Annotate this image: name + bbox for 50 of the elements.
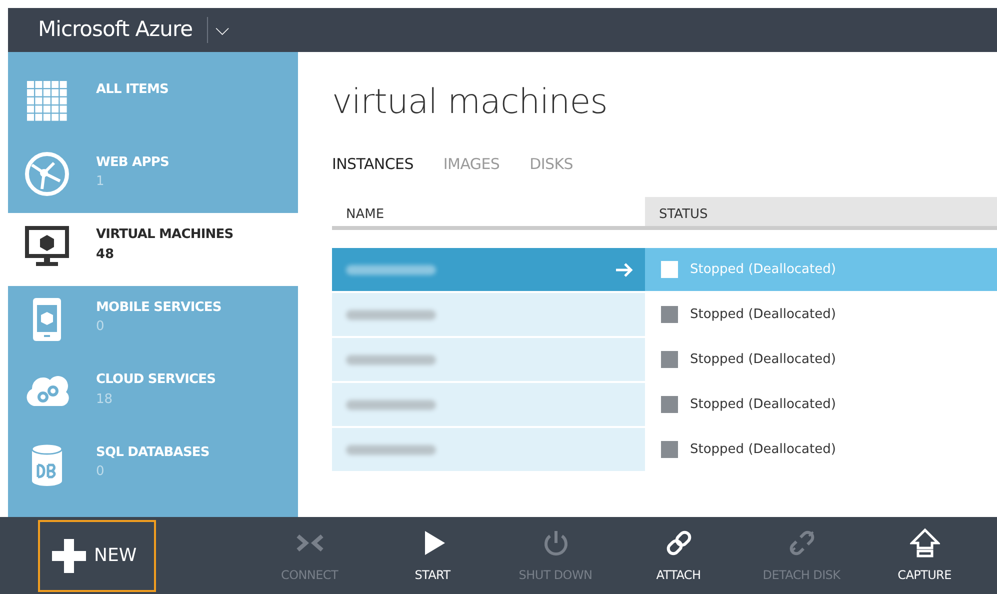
tab[interactable]: DISKS (530, 152, 573, 176)
item-label: CLOUD SERVICES (96, 371, 216, 389)
status-text: Stopped (Deallocated) (690, 441, 836, 460)
sidebar-item[interactable]: CLOUD SERVICES 18 (8, 358, 298, 430)
grid-icon (24, 78, 70, 124)
capture-icon (910, 528, 940, 558)
status-text: Stopped (Deallocated) (690, 306, 836, 324)
sidebar-item[interactable]: WEB APPS 1 (8, 140, 298, 213)
sidebar-item[interactable]: SQL DATABASES 0 (8, 430, 298, 503)
menu-caret-button[interactable]: ⌵ (208, 21, 238, 39)
sidebar-item[interactable]: VIRTUAL MACHINES 48 (8, 213, 298, 286)
status-text: Stopped (Deallocated) (690, 261, 836, 280)
globe-icon (24, 150, 70, 196)
column-header: STATUS (645, 197, 997, 226)
new-button[interactable]: NEW (38, 520, 156, 592)
item-label: MOBILE SERVICES (96, 298, 222, 316)
item-label: SQL DATABASES (96, 444, 210, 462)
stopped-status-icon (661, 261, 678, 278)
sidebar-item[interactable]: ALL ITEMS (8, 68, 298, 140)
stopped-status-icon (661, 396, 678, 414)
name-cell[interactable] (332, 248, 645, 292)
stopped-status-icon (661, 441, 678, 458)
sidebar-item[interactable]: MOBILE SERVICES 0 (8, 286, 298, 358)
start-button[interactable]: START (371, 528, 494, 584)
name-cell[interactable] (332, 338, 645, 382)
tab[interactable]: INSTANCES (332, 152, 414, 176)
capture-button[interactable]: CAPTURE (863, 528, 986, 584)
stopped-status-icon (661, 306, 678, 324)
item-count: 1 (96, 173, 106, 191)
item-count: 18 (96, 390, 114, 408)
arrow-icon (615, 262, 633, 277)
item-label: VIRTUAL MACHINES (96, 226, 234, 244)
attach-button[interactable]: ATTACH (617, 528, 740, 584)
item-label: WEB APPS (96, 154, 169, 172)
name-cell[interactable] (332, 383, 645, 426)
column-header: NAME (345, 206, 386, 224)
page-title: virtual machines (332, 82, 608, 123)
app-title: Microsoft Azure (37, 16, 194, 44)
item-count: 0 (96, 318, 106, 336)
tab[interactable]: IMAGES (443, 152, 500, 176)
status-text: Stopped (Deallocated) (690, 396, 836, 414)
monitor-icon (24, 223, 70, 269)
plus-icon (52, 538, 86, 572)
name-cell[interactable] (332, 428, 645, 472)
status-text: Stopped (Deallocated) (690, 351, 836, 370)
item-count: 48 (96, 246, 116, 264)
stopped-status-icon (661, 351, 678, 368)
item-count: 0 (96, 463, 106, 481)
name-cell[interactable] (332, 293, 645, 336)
item-label: ALL ITEMS (96, 81, 168, 99)
